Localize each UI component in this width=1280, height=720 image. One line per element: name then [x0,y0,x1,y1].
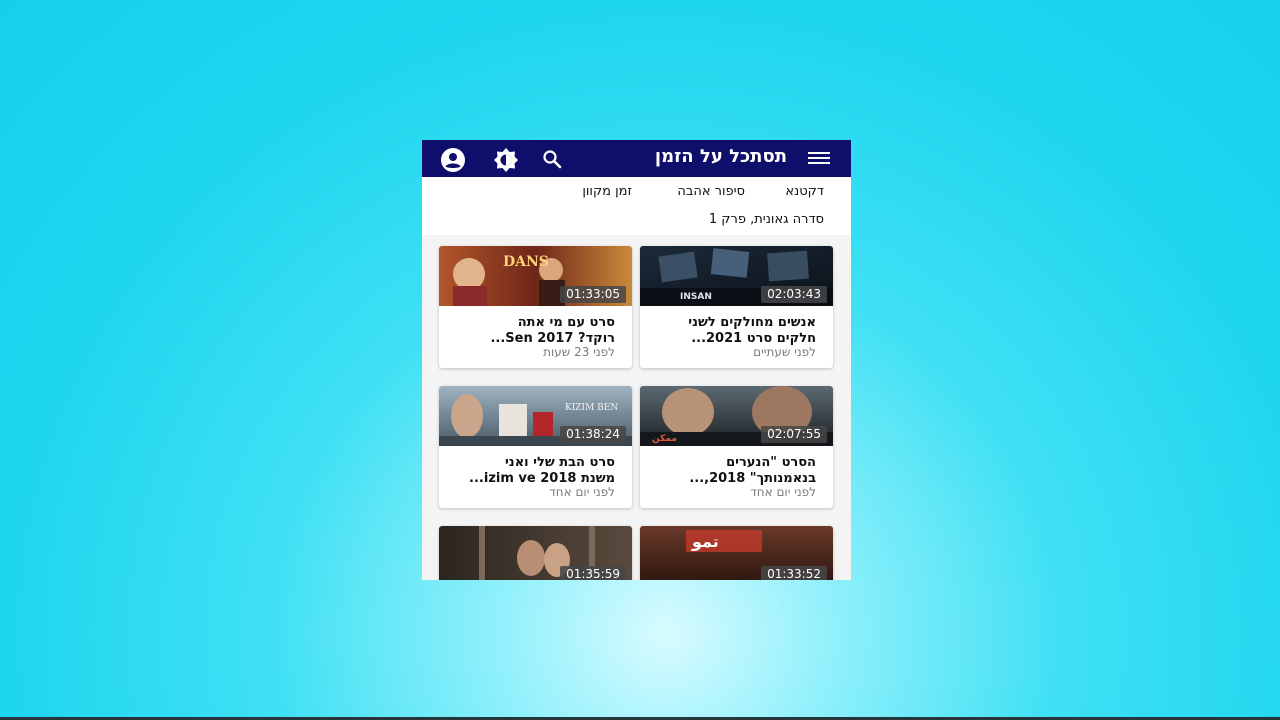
video-duration: 02:03:43 [761,286,827,303]
svg-text:تمو: تمو [691,532,719,551]
video-title: אנשים מחולקים לשני חלקים סרט 2021... [688,315,816,346]
brightness-icon[interactable] [493,147,518,172]
video-card[interactable]: تمو 01:33:52 [640,526,833,580]
category-chip[interactable]: זמן מקוון [582,184,632,199]
category-chip[interactable]: דקטנא [785,184,824,199]
svg-text:ممكن: ممكن [652,434,677,444]
app-screen: תסתכל על הזמן דקטנא סיפור אהבה זמן מקוון… [422,140,851,580]
video-timestamp: לפני 23 שעות [543,345,615,359]
category-bar: דקטנא סיפור אהבה זמן מקוון סדרה גאונית, … [422,177,851,235]
category-chip[interactable]: סיפור אהבה [677,184,745,199]
search-icon[interactable] [540,147,564,171]
svg-text:INSAN: INSAN [680,292,712,302]
category-chip[interactable]: סדרה גאונית, פרק 1 [709,212,824,227]
video-card[interactable]: 01:35:59 [439,526,632,580]
video-duration: 01:38:24 [560,426,626,443]
hamburger-menu-icon[interactable] [808,152,830,164]
app-title: תסתכל על הזמן [654,146,787,167]
video-card[interactable]: INSAN 02:03:43 אנשים מחולקים לשני חלקים … [640,246,833,368]
account-icon[interactable] [440,147,465,172]
video-title: סרט עם מי אתה רוקד? Sen 2017... [490,315,615,346]
video-duration: 01:35:59 [560,566,626,580]
top-app-bar: תסתכל על הזמן [422,140,851,177]
video-duration: 02:07:55 [761,426,827,443]
video-card[interactable]: KIZIM BEN 01:38:24 סרט הבת שלי ואני משנת… [439,386,632,508]
video-duration: 01:33:52 [761,566,827,580]
video-timestamp: לפני יום אחד [549,485,615,499]
video-title: הסרט "הנערים בנאמנותך" 2018,... [689,455,816,486]
svg-text:DANS: DANS [503,254,549,270]
video-card[interactable]: ممكن 02:07:55 הסרט "הנערים בנאמנותך" 201… [640,386,833,508]
video-title: סרט הבת שלי ואני משנת 2018 izim ve... [469,455,615,486]
video-timestamp: לפני יום אחד [750,485,816,499]
video-duration: 01:33:05 [560,286,626,303]
video-timestamp: לפני שעתיים [753,345,816,359]
svg-text:KIZIM BEN: KIZIM BEN [565,403,618,413]
video-card[interactable]: DANS 01:33:05 סרט עם מי אתה רוקד? Sen 20… [439,246,632,368]
